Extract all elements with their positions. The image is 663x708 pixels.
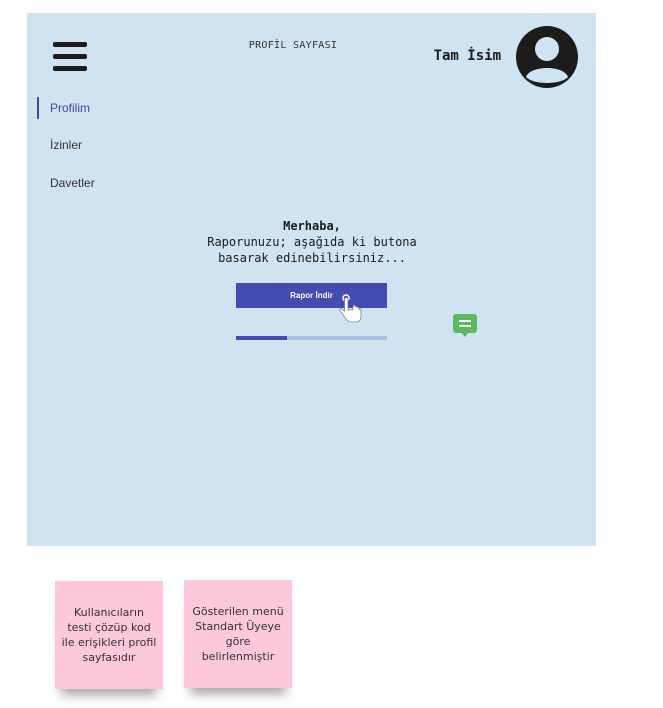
user-circle-icon[interactable]: [515, 25, 579, 89]
sidebar-item-profilim[interactable]: Profilim: [37, 97, 170, 119]
menu-line: [53, 42, 87, 47]
download-progress-bar: [236, 336, 387, 340]
progress-fill: [236, 336, 288, 340]
hamburger-menu-icon[interactable]: [53, 40, 87, 74]
download-report-button[interactable]: Rapor İndir: [236, 283, 387, 308]
sidebar-item-davetler[interactable]: Davetler: [37, 172, 170, 194]
sidebar-item-izinler[interactable]: İzinler: [37, 134, 170, 156]
menu-line: [53, 54, 87, 59]
menu-line: [53, 66, 87, 71]
sticky-note-1: Kullanıcıların testi çözüp kod ile erişi…: [55, 581, 163, 689]
hand-pointer-icon: [339, 294, 362, 323]
greeting-message: Merhaba, Raporunuzu; aşağıda ki butona b…: [167, 218, 457, 266]
greeting-title: Merhaba,: [283, 219, 341, 233]
sticky-note-2: Gösterilen menü Standart Üyeye göre beli…: [184, 580, 292, 688]
chat-bubble-icon[interactable]: [452, 313, 478, 339]
message-line-1: Raporunuzu; aşağıda ki butona: [207, 235, 417, 249]
message-line-2: basarak edinebilirsiniz...: [218, 251, 406, 265]
user-name: Tam İsim: [433, 48, 501, 64]
page-title: PROFİL SAYFASI: [248, 40, 338, 51]
profile-page-frame: PROFİL SAYFASI Tam İsim Profilim İzinler…: [27, 13, 596, 546]
